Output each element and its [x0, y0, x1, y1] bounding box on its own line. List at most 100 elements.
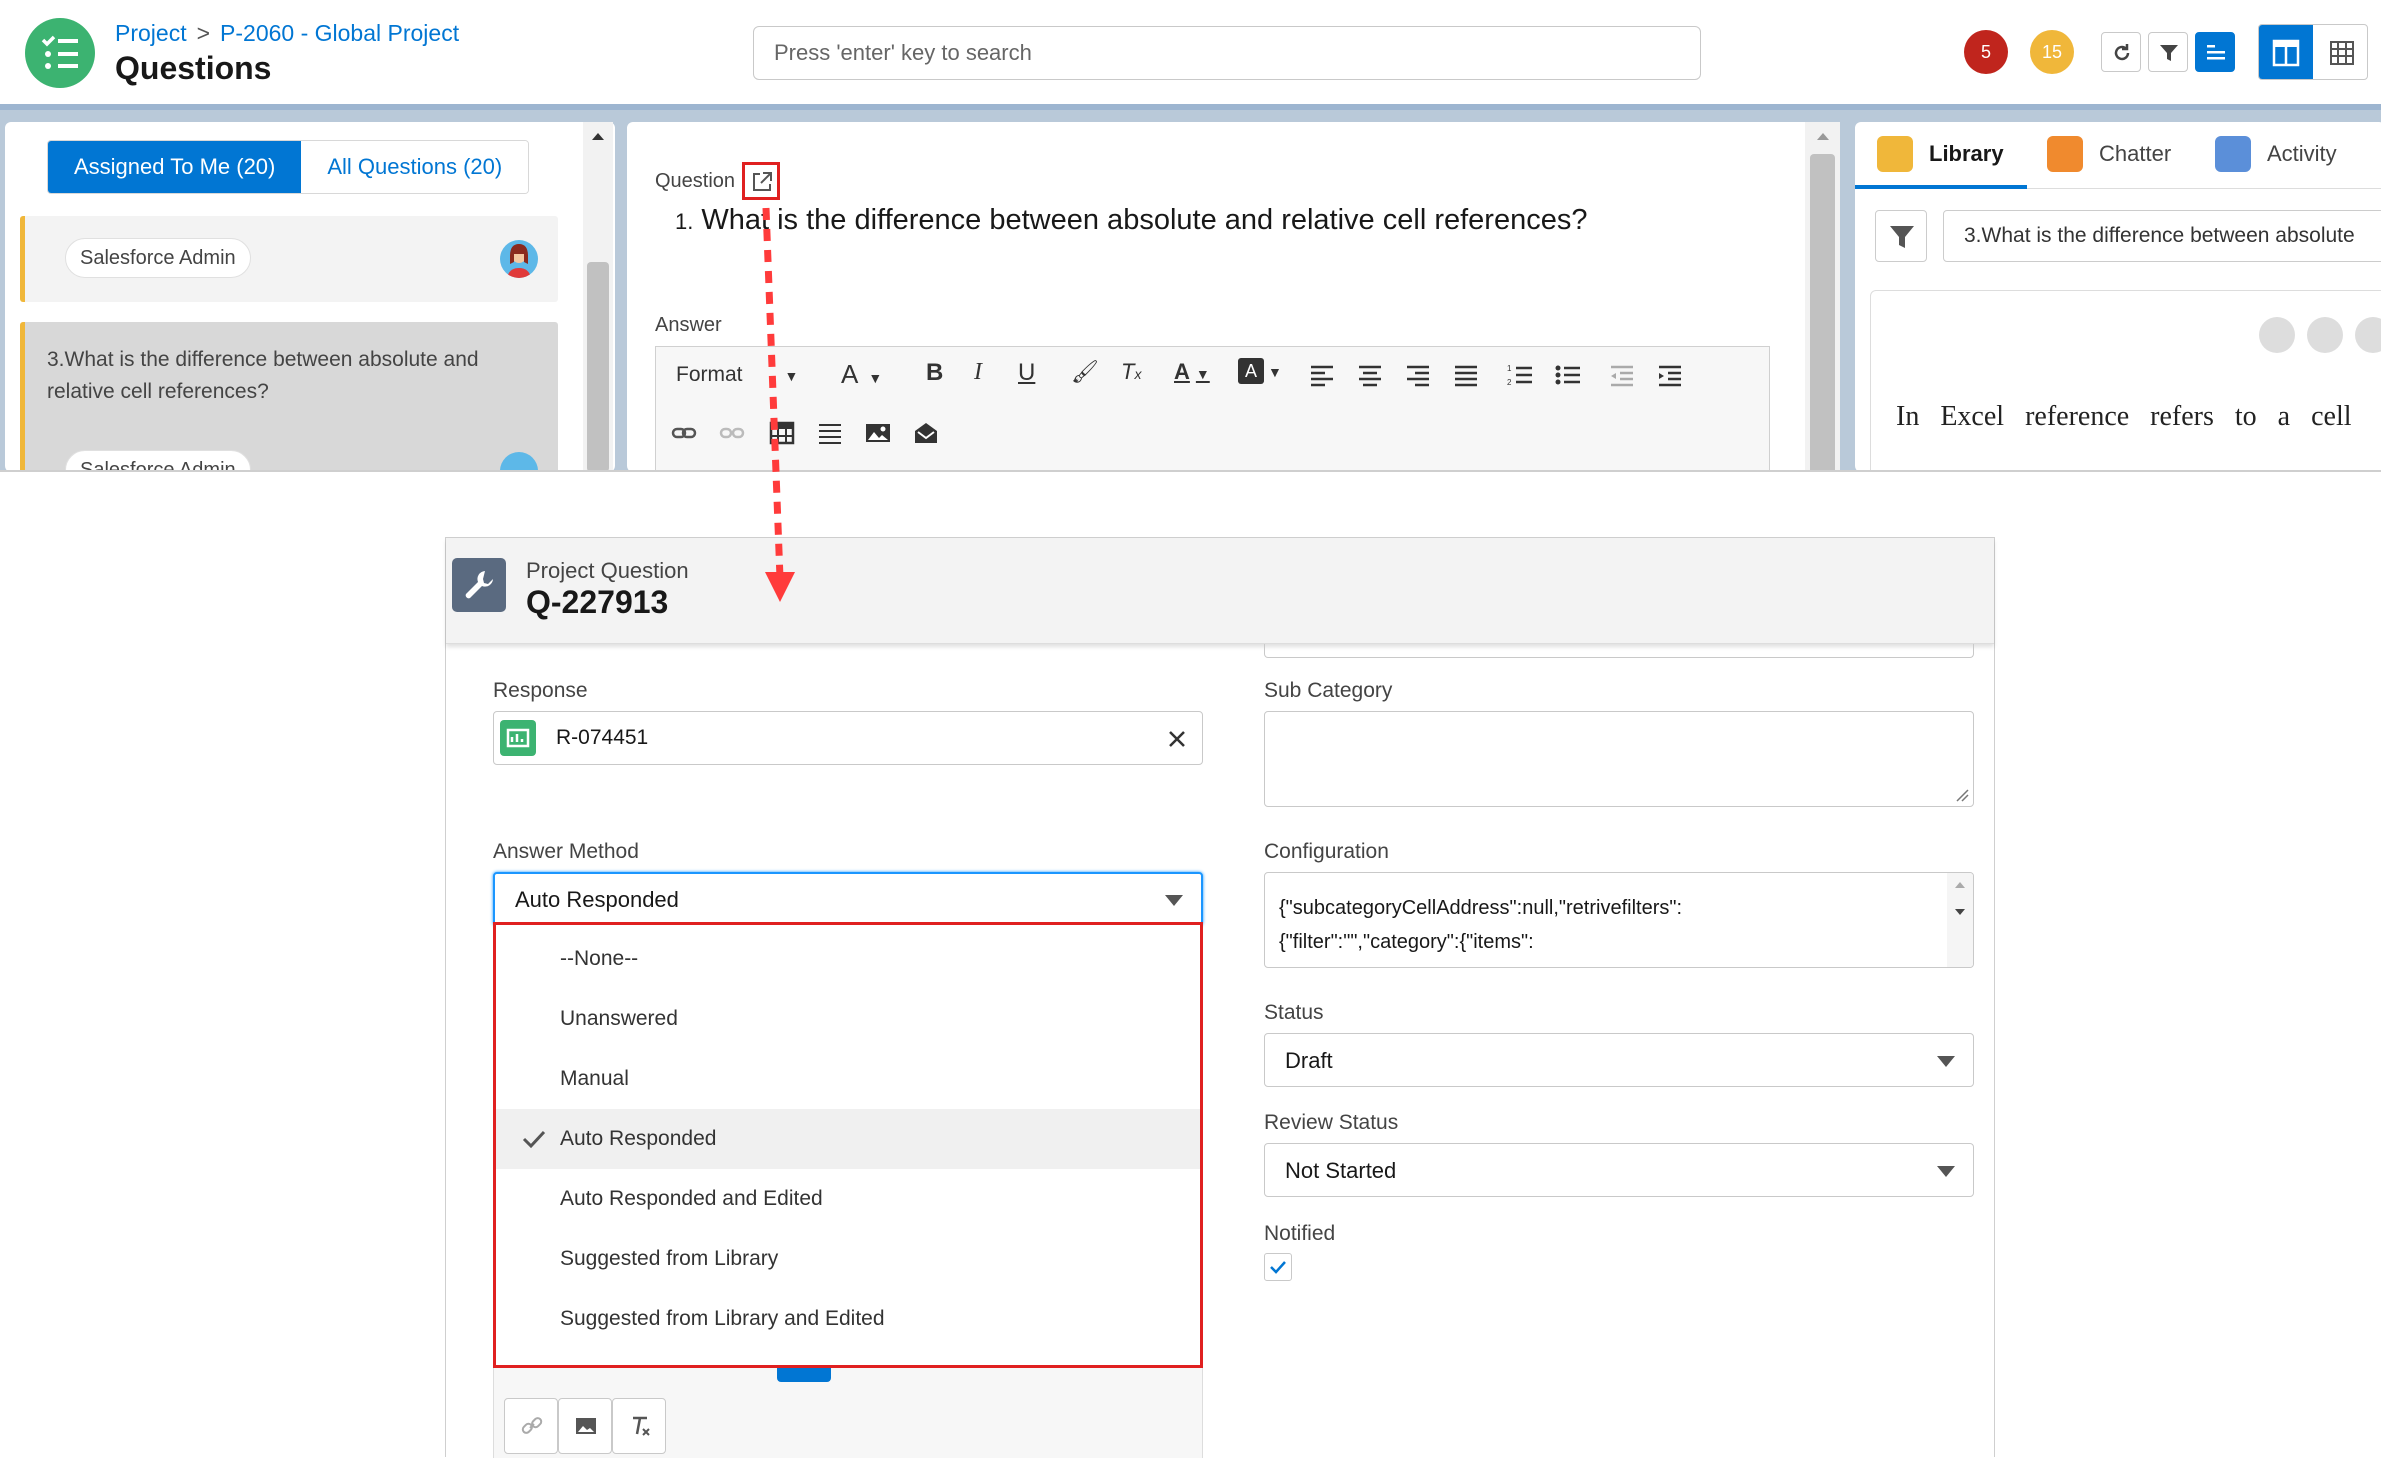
- scroll-up-icon[interactable]: [583, 122, 613, 152]
- chevron-down-icon: [1937, 1166, 1955, 1177]
- list-view-button[interactable]: [2195, 32, 2235, 72]
- option-manual[interactable]: Manual: [496, 1049, 1200, 1109]
- font-size-dropdown[interactable]: A ▼: [841, 359, 882, 390]
- align-justify-icon[interactable]: [1452, 363, 1480, 387]
- refresh-button[interactable]: [2101, 32, 2141, 72]
- library-filter-button[interactable]: [1875, 210, 1927, 262]
- tab-activity-label: Activity: [2267, 141, 2337, 166]
- table-icon[interactable]: [768, 419, 796, 447]
- external-link-icon[interactable]: [2355, 317, 2381, 353]
- list-text-icon: [2207, 45, 2225, 60]
- list-scrollbar[interactable]: [583, 122, 613, 470]
- active-toolbar-button[interactable]: [777, 1368, 831, 1382]
- configuration-textarea[interactable]: {"subcategoryCellAddress":null,"retrivef…: [1264, 872, 1974, 968]
- chevron-down-icon: [1165, 895, 1183, 906]
- resize-handle-icon[interactable]: [1955, 788, 1969, 802]
- field-above-sub-category: [1264, 644, 1974, 658]
- copy-icon[interactable]: [2259, 317, 2295, 353]
- detail-scrollbar[interactable]: [1805, 122, 1840, 470]
- option-unanswered[interactable]: Unanswered: [496, 989, 1200, 1049]
- object-label: Project Question: [526, 558, 689, 583]
- option-none[interactable]: --None--: [496, 929, 1200, 989]
- library-search-input[interactable]: 3.What is the difference between absolut…: [1943, 210, 2381, 262]
- option-auto-responded[interactable]: Auto Responded: [496, 1109, 1200, 1169]
- error-count-badge[interactable]: 5: [1964, 30, 2008, 74]
- status-select[interactable]: Draft: [1264, 1033, 1974, 1087]
- clear-icon[interactable]: [1166, 728, 1188, 750]
- italic-icon[interactable]: I: [974, 359, 982, 386]
- answer-rich-text-editor[interactable]: Format ▼ A ▼ B I U 🖌 Tx A ▼ A ▼ 12: [655, 346, 1770, 470]
- notified-label: Notified: [1264, 1222, 1336, 1245]
- active-tab-indicator: [1855, 185, 2027, 189]
- response-record-icon: [500, 720, 536, 756]
- tab-chatter[interactable]: Chatter: [2047, 136, 2171, 172]
- scrollbar-thumb[interactable]: [587, 262, 609, 470]
- question-number: 1.: [675, 209, 694, 234]
- unlink-icon[interactable]: [718, 421, 746, 445]
- outdent-icon[interactable]: [1608, 363, 1636, 387]
- warning-count-badge[interactable]: 15: [2030, 30, 2074, 74]
- checkmark-icon: [1270, 1261, 1286, 1274]
- image-icon[interactable]: [864, 419, 892, 447]
- scroll-up-icon[interactable]: [1805, 122, 1840, 152]
- insert-image-button[interactable]: [558, 1398, 612, 1454]
- option-suggested-from-library-and-edited[interactable]: Suggested from Library and Edited: [496, 1289, 1200, 1349]
- numbered-list-icon[interactable]: 12: [1506, 363, 1534, 387]
- email-template-icon[interactable]: [912, 419, 940, 447]
- bullet-list-icon[interactable]: [1554, 363, 1582, 387]
- notified-checkbox[interactable]: [1264, 1253, 1292, 1281]
- horizontal-line-icon[interactable]: [816, 419, 844, 447]
- question-card-text: 3.What is the difference between absolut…: [47, 348, 479, 403]
- sub-category-textarea[interactable]: [1264, 711, 1974, 807]
- filter-button[interactable]: [2148, 32, 2188, 72]
- link-button[interactable]: [504, 1398, 558, 1454]
- scroll-up-icon[interactable]: [1947, 873, 1973, 899]
- link-icon[interactable]: [670, 421, 698, 445]
- open-record-button[interactable]: [742, 162, 780, 200]
- library-icon: [1877, 136, 1913, 172]
- review-status-select[interactable]: Not Started: [1264, 1143, 1974, 1197]
- background-color-icon[interactable]: A ▼: [1238, 357, 1282, 384]
- table-view-icon[interactable]: [2315, 25, 2368, 80]
- search-input[interactable]: Press 'enter' key to search: [753, 26, 1701, 80]
- tab-all-questions[interactable]: All Questions (20): [301, 141, 529, 193]
- option-auto-responded-and-edited[interactable]: Auto Responded and Edited: [496, 1169, 1200, 1229]
- text-color-icon[interactable]: A ▼: [1174, 359, 1210, 385]
- format-dropdown[interactable]: Format ▼: [676, 363, 798, 387]
- format-painter-icon[interactable]: 🖌: [1071, 359, 1099, 385]
- side-panel: Library Chatter Activity 3.What is the d…: [1855, 122, 2381, 470]
- breadcrumb-global-project[interactable]: P-2060 - Global Project: [220, 20, 459, 46]
- option-suggested-from-library[interactable]: Suggested from Library: [496, 1229, 1200, 1289]
- configuration-value: {"subcategoryCellAddress":null,"retrivef…: [1279, 891, 1682, 959]
- tab-activity[interactable]: Activity: [2215, 136, 2337, 172]
- breadcrumb: Project > P-2060 - Global Project: [115, 20, 459, 47]
- clear-formatting-button[interactable]: [612, 1398, 666, 1454]
- avatar: [500, 240, 538, 278]
- breadcrumb-project[interactable]: Project: [115, 20, 187, 46]
- scrollbar-thumb[interactable]: [1810, 154, 1835, 470]
- align-left-icon[interactable]: [1308, 363, 1336, 387]
- question-card[interactable]: Salesforce Admin: [20, 216, 558, 302]
- split-view-option[interactable]: [2259, 25, 2313, 79]
- response-lookup[interactable]: R-074451: [493, 711, 1203, 765]
- question-body: What is the difference between absolute …: [701, 204, 1588, 236]
- indent-icon[interactable]: [1656, 363, 1684, 387]
- bold-icon[interactable]: B: [926, 359, 943, 387]
- align-center-icon[interactable]: [1356, 363, 1384, 387]
- answer-method-dropdown-list: --None-- Unanswered Manual Auto Responde…: [493, 922, 1203, 1368]
- questions-app-icon: [25, 18, 95, 88]
- scroll-down-icon[interactable]: [1947, 899, 1973, 925]
- tab-assigned-to-me[interactable]: Assigned To Me (20): [48, 141, 302, 193]
- project-question-record: Project Question Q-227913 Response R-074…: [445, 537, 1995, 1458]
- underline-icon[interactable]: U: [1018, 359, 1035, 387]
- question-card-selected[interactable]: 3.What is the difference between absolut…: [20, 322, 558, 470]
- clipboard-icon[interactable]: [2307, 317, 2343, 353]
- clear-formatting-icon[interactable]: Tx: [1121, 359, 1141, 385]
- answer-method-combobox[interactable]: Auto Responded: [493, 872, 1203, 926]
- layout-toggle[interactable]: [2258, 24, 2368, 80]
- tab-library[interactable]: Library: [1877, 136, 2004, 172]
- question-filter-tabs: Assigned To Me (20) All Questions (20): [47, 140, 530, 194]
- assignee-pill: Salesforce Admin: [65, 450, 251, 470]
- align-right-icon[interactable]: [1404, 363, 1432, 387]
- configuration-scrollbar[interactable]: [1947, 873, 1973, 967]
